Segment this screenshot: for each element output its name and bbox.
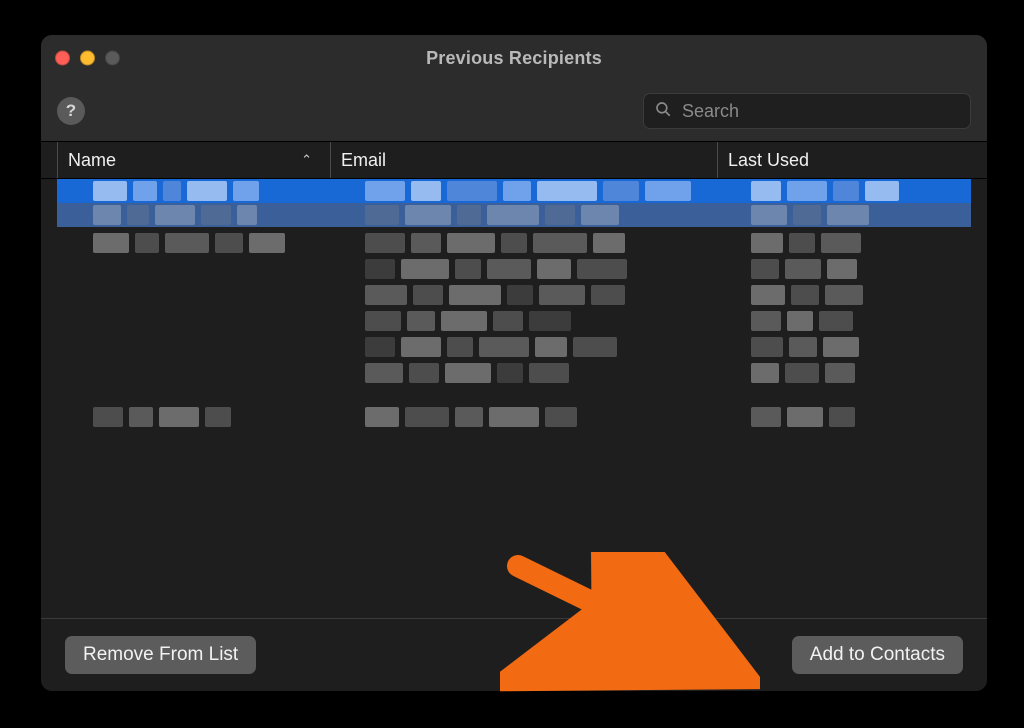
window-controls (55, 51, 120, 66)
cell-last-used (741, 361, 971, 385)
cell-last-used (741, 257, 971, 281)
cell-last-used (741, 405, 971, 429)
cell-name (57, 203, 355, 227)
table-row[interactable] (57, 335, 971, 359)
search-icon (654, 100, 672, 123)
add-to-contacts-button[interactable]: Add to Contacts (792, 636, 963, 674)
table-row[interactable] (57, 309, 971, 333)
cell-email (355, 231, 741, 255)
toolbar: ? (41, 81, 987, 142)
table-body[interactable] (41, 179, 987, 618)
titlebar[interactable]: Previous Recipients (41, 35, 987, 81)
search-input[interactable] (680, 100, 960, 123)
cell-email (355, 283, 741, 307)
cell-email (355, 203, 741, 227)
help-button[interactable]: ? (57, 97, 85, 125)
cell-last-used (741, 335, 971, 359)
minimize-icon[interactable] (80, 51, 95, 66)
close-icon[interactable] (55, 51, 70, 66)
zoom-icon[interactable] (105, 51, 120, 66)
cell-email (355, 257, 741, 281)
table-row[interactable] (57, 361, 971, 385)
column-header-last-used[interactable]: Last Used (717, 142, 971, 178)
sort-ascending-icon: ⌃ (301, 152, 312, 168)
cell-last-used (741, 179, 971, 203)
column-header-name[interactable]: Name ⌃ (57, 142, 330, 178)
cell-email (355, 309, 741, 333)
search-field[interactable] (643, 93, 971, 129)
column-header-last-used-label: Last Used (728, 150, 809, 171)
cell-name (57, 405, 355, 429)
column-header-name-label: Name (68, 150, 116, 171)
column-header-email[interactable]: Email (330, 142, 717, 178)
table-header: Name ⌃ Email Last Used (41, 142, 987, 179)
table-row[interactable] (57, 203, 971, 227)
help-icon: ? (66, 101, 76, 121)
cell-name (57, 179, 355, 203)
cell-email (355, 361, 741, 385)
table-row[interactable] (57, 405, 971, 429)
window-title: Previous Recipients (426, 48, 602, 69)
table-row[interactable] (57, 283, 971, 307)
previous-recipients-window: Previous Recipients ? Name ⌃ Email (40, 34, 988, 692)
cell-last-used (741, 231, 971, 255)
column-header-email-label: Email (341, 150, 386, 171)
cell-last-used (741, 309, 971, 333)
cell-email (355, 179, 741, 203)
footer: Remove From List Add to Contacts (41, 618, 987, 691)
table-row[interactable] (57, 179, 971, 203)
cell-email (355, 335, 741, 359)
table-row[interactable] (57, 257, 971, 281)
cell-last-used (741, 283, 971, 307)
cell-email (355, 405, 741, 429)
table-row[interactable] (57, 231, 971, 255)
cell-last-used (741, 203, 971, 227)
remove-from-list-button[interactable]: Remove From List (65, 636, 256, 674)
cell-name (57, 231, 355, 255)
